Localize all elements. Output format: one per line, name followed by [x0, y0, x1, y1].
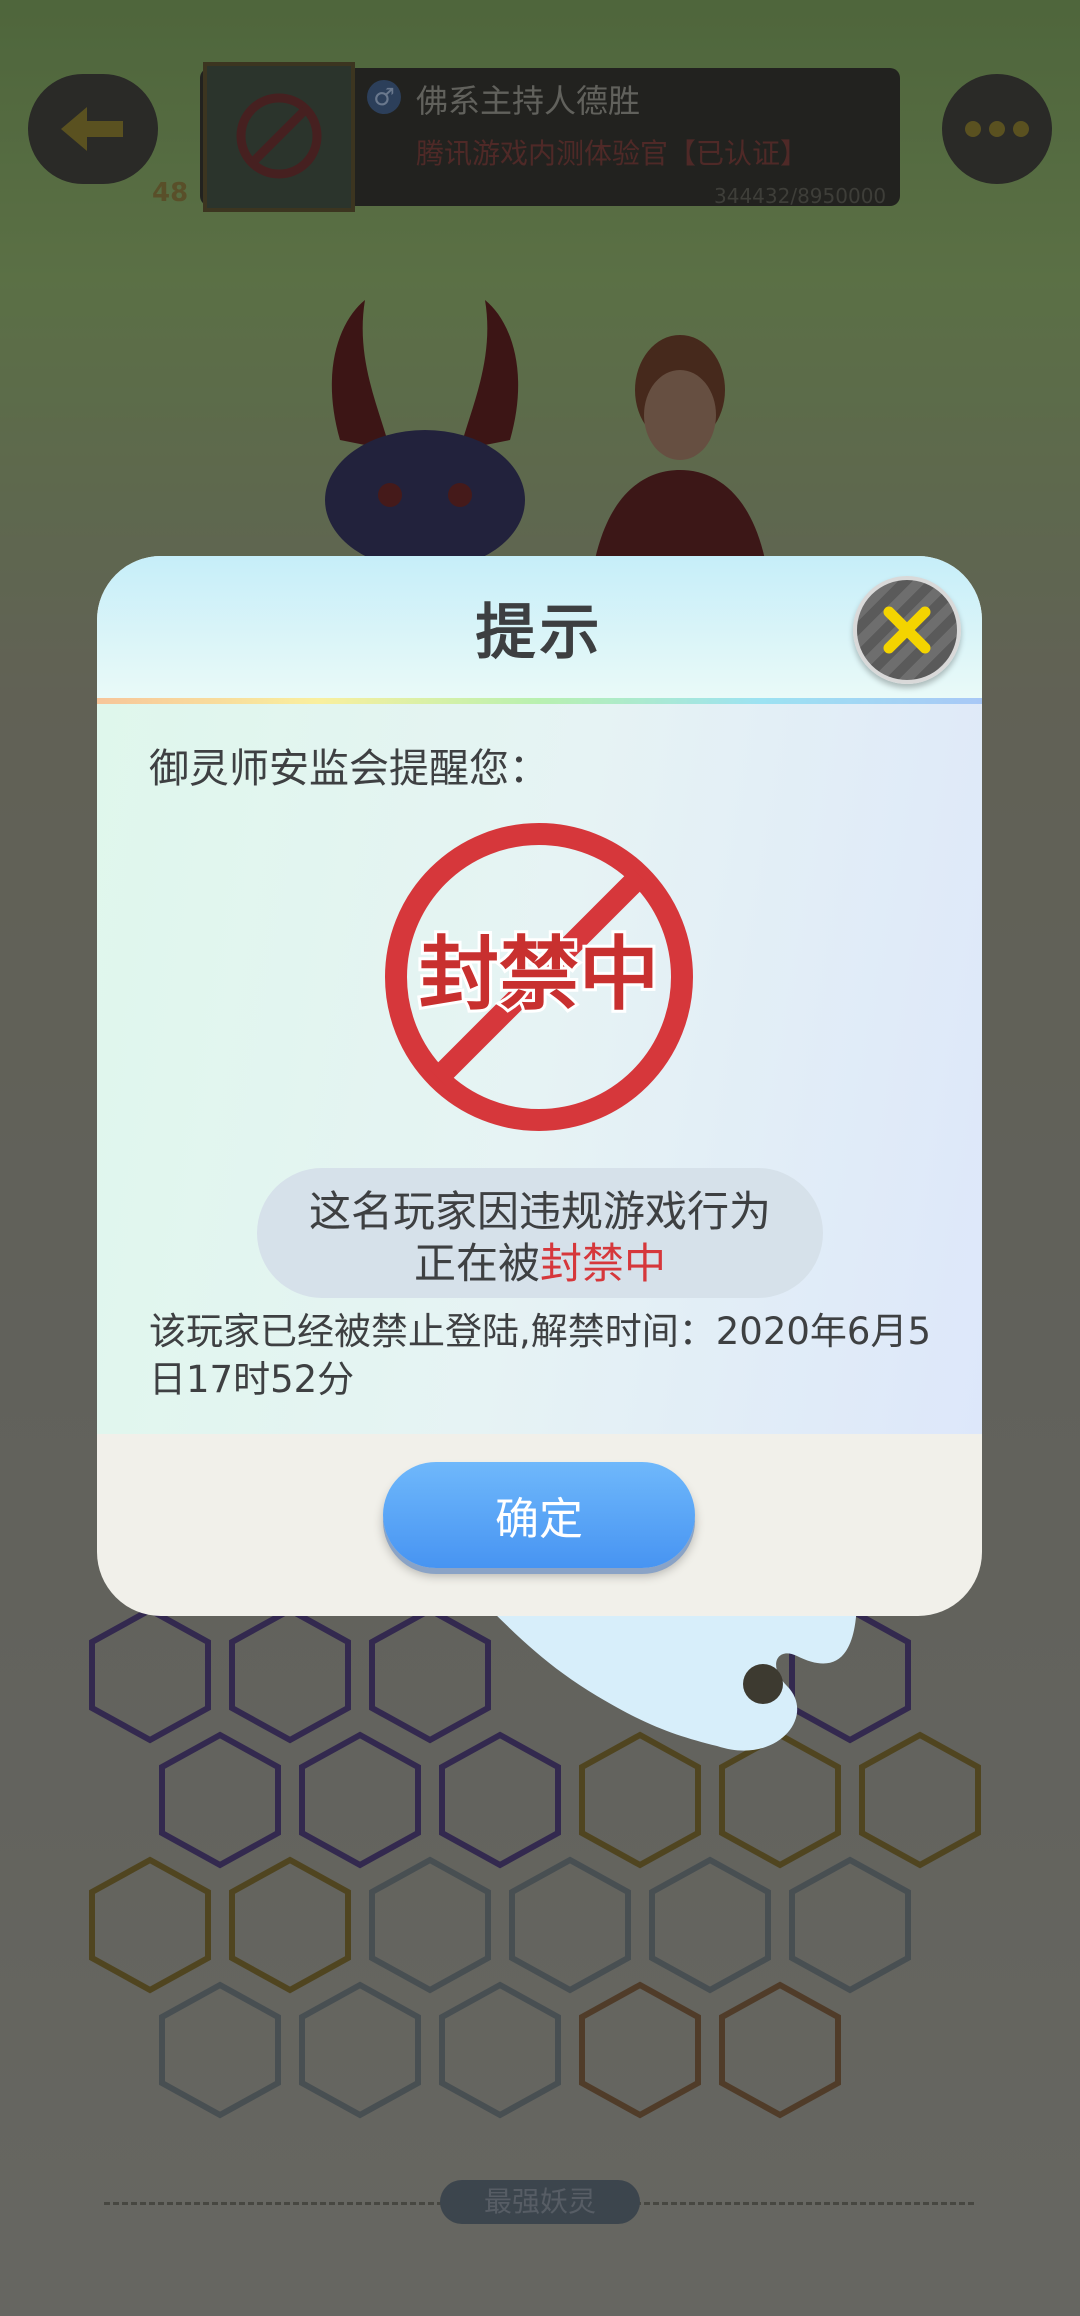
ban-status-pill: 这名玩家因违规游戏行为 正在被封禁中: [257, 1168, 823, 1298]
ban-notice-dialog: 提示 御灵师安监会提醒您： 封禁中 这名玩家因违规游戏行为 正在被封禁中 该玩家…: [97, 556, 982, 1751]
ban-stamp-text: 封禁中: [419, 928, 659, 1021]
confirm-button-label: 确定: [495, 1494, 583, 1545]
notice-lead-text: 御灵师安监会提醒您：: [149, 746, 549, 792]
close-x-icon: [883, 606, 931, 654]
dialog-tail-decoration: [477, 1596, 857, 1751]
ban-status-line2: 正在被封禁中: [257, 1230, 823, 1291]
ban-stamp-icon: 封禁中: [385, 823, 693, 1131]
dialog-card: 提示 御灵师安监会提醒您： 封禁中 这名玩家因违规游戏行为 正在被封禁中 该玩家…: [97, 556, 982, 1616]
ban-detail-text: 该玩家已经被禁止登陆,解禁时间：2020年6月5日17时52分: [149, 1310, 932, 1401]
confirm-button[interactable]: 确定: [383, 1462, 695, 1568]
dialog-title: 提示: [475, 598, 604, 668]
close-button[interactable]: [853, 576, 961, 684]
ban-status-prefix: 正在被: [413, 1239, 540, 1288]
ban-status-highlight: 封禁中: [540, 1239, 667, 1288]
